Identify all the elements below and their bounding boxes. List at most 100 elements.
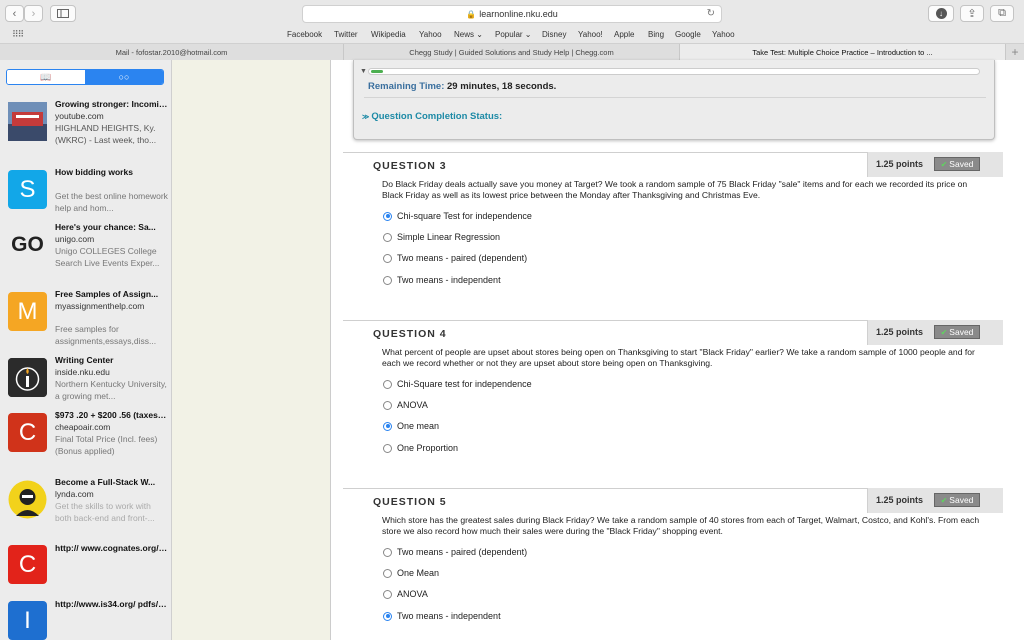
radio-button[interactable] [383, 443, 392, 453]
radio-button[interactable] [383, 275, 392, 285]
saved-badge: ✔ Saved [934, 325, 980, 339]
option-label: Simple Linear Regression [397, 232, 501, 242]
sidebar-toggle-button[interactable] [50, 5, 76, 22]
option-label: ANOVA [397, 400, 428, 410]
item-title: Growing stronger: Incoming NKU freshme..… [55, 99, 169, 109]
answer-option[interactable]: Chi-square Test for independence [383, 211, 532, 221]
fav-item[interactable]: Yahoo! [578, 30, 603, 39]
item-snippet: Final Total Price (Incl. fees) (Bonus ap… [55, 434, 158, 456]
points-value: 1.25 points [876, 327, 924, 337]
option-label: ANOVA [397, 589, 428, 599]
item-snippet: Unigo COLLEGES College Search Live Event… [55, 246, 160, 268]
radio-button[interactable] [383, 211, 392, 221]
item-snippet: Get the best online homework help and ho… [55, 191, 168, 213]
answer-option[interactable]: Two means - independent [383, 611, 501, 621]
fav-item[interactable]: Yahoo [712, 30, 735, 39]
option-label: One Proportion [397, 443, 459, 453]
answer-option[interactable]: Two means - independent [383, 275, 501, 285]
item-snippet: Free samples for assignments,essays,diss… [55, 324, 157, 346]
option-label: Chi-Square test for independence [397, 379, 532, 389]
tab-mail[interactable]: Mail - fofostar.2010@hotmail.com [0, 44, 344, 60]
fav-item[interactable]: Twitter [334, 30, 358, 39]
answer-option[interactable]: One mean [383, 421, 439, 431]
tabs-overview-button[interactable]: ⧉ [990, 5, 1014, 22]
fav-item[interactable]: Popular ⌄ [495, 30, 532, 39]
share-button[interactable]: ⇪ [960, 5, 984, 22]
lock-icon: 🔒 [466, 9, 477, 19]
download-icon: ↓ [935, 8, 947, 19]
question-number: QUESTION 4 [373, 328, 447, 340]
radio-button[interactable] [383, 568, 392, 578]
fav-item[interactable]: Wikipedia [371, 30, 406, 39]
time-progress-bar [368, 68, 980, 75]
item-title: Writing Center [55, 355, 114, 365]
answer-option[interactable]: One Mean [383, 568, 439, 578]
radio-button[interactable] [383, 253, 392, 263]
radio-button[interactable] [383, 379, 392, 389]
url-text: learnonline.nku.edu [479, 9, 558, 19]
completion-status-toggle[interactable]: ≫ Question Completion Status: [362, 111, 502, 122]
share-icon: ⇪ [967, 8, 977, 20]
timer-panel: ▼ Remaining Time: 29 minutes, 18 seconds… [353, 60, 995, 140]
fav-item[interactable]: Facebook [287, 30, 322, 39]
option-label: Two means - paired (dependent) [397, 253, 528, 263]
radio-button[interactable] [383, 611, 392, 621]
item-title: How bidding works [55, 167, 133, 177]
check-icon: ✔ [940, 495, 948, 505]
item-title: http:// www.cognates.org/pdf... [55, 543, 169, 553]
radio-button[interactable] [383, 232, 392, 242]
item-domain: cheapoair.com [55, 422, 111, 432]
item-title: Free Samples of Assign... [55, 289, 159, 299]
item-domain: inside.nku.edu [55, 367, 110, 377]
item-title: Become a Full-Stack W... [55, 477, 156, 487]
answer-option[interactable]: One Proportion [383, 443, 458, 453]
radio-button[interactable] [383, 421, 392, 431]
new-tab-button[interactable]: + [1006, 44, 1024, 60]
fav-item[interactable]: Disney [542, 30, 566, 39]
item-domain [55, 178, 169, 190]
back-button[interactable]: ‹ [5, 5, 24, 22]
answer-option[interactable]: ANOVA [383, 589, 428, 599]
item-domain: myassignmenthelp.com [55, 301, 145, 311]
answer-option[interactable]: Chi-Square test for independence [383, 379, 532, 389]
saved-label: Saved [949, 327, 974, 337]
option-label: One Mean [397, 568, 440, 578]
item-title: http://www.is34.org/ pdfs/Examples_of_Ar… [55, 599, 169, 609]
fav-item[interactable]: Apple [614, 30, 634, 39]
bookmarks-tab[interactable]: 📖 [7, 70, 85, 84]
tab-take-test[interactable]: Take Test: Multiple Choice Practice – In… [680, 44, 1006, 60]
fav-item[interactable]: News ⌄ [454, 30, 483, 39]
tab-chegg[interactable]: Chegg Study | Guided Solutions and Study… [344, 44, 680, 60]
answer-option[interactable]: Two means - paired (dependent) [383, 547, 527, 557]
saved-label: Saved [949, 495, 974, 505]
radio-button[interactable] [383, 589, 392, 599]
answer-option[interactable]: Simple Linear Regression [383, 232, 500, 242]
saved-badge: ✔ Saved [934, 157, 980, 171]
collapse-icon[interactable]: ▼ [360, 68, 367, 75]
radio-button[interactable] [383, 547, 392, 557]
saved-badge: ✔ Saved [934, 493, 980, 507]
points-value: 1.25 points [876, 159, 924, 169]
thumbnail-letter-icon: C [8, 413, 47, 452]
downloads-button[interactable]: ↓ [928, 5, 954, 22]
thumbnail-image [8, 102, 47, 141]
item-domain: youtube.com [55, 111, 104, 121]
chevron-down-icon: ≫ [362, 114, 370, 121]
answer-option[interactable]: Two means - paired (dependent) [383, 253, 527, 263]
forward-button[interactable]: › [24, 5, 43, 22]
fav-item[interactable]: Google [675, 30, 701, 39]
address-bar[interactable]: 🔒 learnonline.nku.edu ↻ [302, 5, 722, 23]
check-icon: ✔ [940, 327, 948, 337]
radio-button[interactable] [383, 400, 392, 410]
answer-option[interactable]: ANOVA [383, 400, 428, 410]
time-progress-fill [371, 70, 384, 73]
browser-toolbar: ‹ › 🔒 learnonline.nku.edu ↻ ↓ ⇪ ⧉ [0, 0, 1024, 27]
fav-item[interactable]: Yahoo [419, 30, 442, 39]
fav-item[interactable]: Bing [648, 30, 664, 39]
tab-bar: Mail - fofostar.2010@hotmail.com Chegg S… [0, 43, 1024, 60]
thumbnail-letter-icon: S [8, 170, 47, 209]
reload-icon[interactable]: ↻ [707, 8, 715, 19]
item-domain: lynda.com [55, 489, 94, 499]
item-snippet: Northern Kentucky University, a growing … [55, 379, 167, 401]
reading-list-tab[interactable]: ○○ [85, 70, 163, 84]
